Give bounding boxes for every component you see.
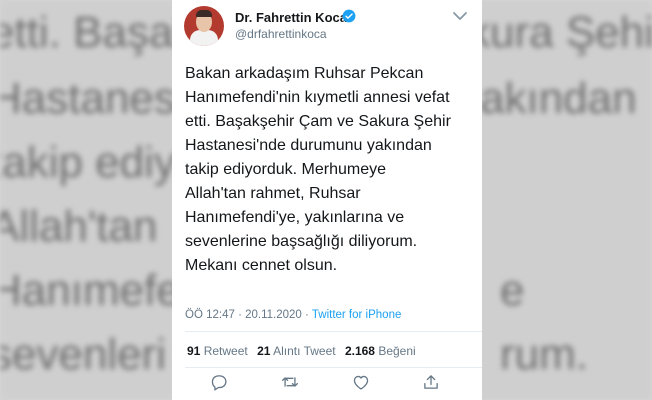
tweet-meta: ÖÖ 12:47 · 20.11.2020 · Twitter for iPho… — [185, 309, 401, 321]
meta-separator: · — [238, 309, 242, 321]
bg-text-line: Hastanesi — [0, 74, 186, 123]
tweet-text: Bakan arkadaşım Ruhsar Pekcan Hanımefend… — [185, 62, 477, 278]
avatar-coat — [190, 30, 218, 46]
like-label: Beğeni — [378, 344, 416, 358]
quote-stat[interactable]: 21 Alıntı Tweet — [257, 344, 336, 358]
bg-text-line: akından — [480, 74, 637, 123]
reply-icon[interactable] — [209, 373, 229, 391]
tweet-text-line: takip ediyorduk. Merhumeye — [185, 161, 386, 178]
tweet-text-line: Hastanesi'nde durumunu yakından — [185, 137, 432, 154]
verified-badge-icon — [342, 9, 356, 23]
tweet-text-line: Allah'tan rahmet, Ruhsar — [185, 185, 361, 202]
tweet-card: Dr. Fahrettin Koca @drfahrettinkoca Baka… — [172, 0, 482, 400]
retweet-stat[interactable]: 91 Retweet — [187, 344, 248, 358]
tweet-stats: 91 Retweet 21 Alıntı Tweet 2.168 Beğeni — [187, 344, 416, 358]
tweet-date[interactable]: 20.11.2020 — [245, 309, 302, 321]
bg-text-line: e — [500, 266, 525, 315]
bg-text-line: takip ediy — [0, 138, 176, 187]
tweet-text-line: Hanımefendi'ye, yakınlarına ve — [185, 209, 405, 226]
author-name[interactable]: Dr. Fahrettin Koca — [235, 10, 347, 25]
retweet-count: 91 — [187, 344, 201, 358]
divider — [185, 367, 482, 368]
bg-text-line: rum. — [500, 330, 588, 379]
chevron-down-icon[interactable] — [450, 8, 470, 24]
tweet-actions — [172, 370, 482, 396]
bg-text-line: etti. Başak — [0, 8, 196, 57]
tweet-text-line: Bakan arkadaşım Ruhsar Pekcan — [185, 65, 424, 82]
avatar-hair — [196, 10, 212, 17]
tweet-text-line: Mekanı cennet olsun. — [185, 257, 338, 274]
bg-text-line: Allah'tan — [0, 202, 158, 251]
tweet-text-line: Hanımefendi'nin kıymetli annesi vefat — [185, 89, 450, 106]
tweet-text-line: sevenlerine başsağlığı diliyorum. — [185, 233, 418, 250]
quote-label: Alıntı Tweet — [273, 344, 336, 358]
avatar[interactable] — [184, 6, 224, 46]
bg-text-line: sevenleri — [0, 330, 167, 379]
tweet-time[interactable]: ÖÖ 12:47 — [185, 309, 235, 321]
author-handle[interactable]: @drfahrettinkoca — [235, 27, 327, 41]
retweet-icon[interactable] — [280, 373, 300, 391]
retweet-label: Retweet — [203, 344, 248, 358]
bg-text-line: Hanımefe — [0, 266, 181, 315]
tweet-source-link[interactable]: Twitter for iPhone — [312, 309, 401, 321]
heart-icon[interactable] — [351, 373, 371, 391]
meta-separator: · — [305, 309, 309, 321]
quote-count: 21 — [257, 344, 271, 358]
bg-text-line: kura Şehir — [468, 8, 652, 57]
divider — [185, 331, 482, 332]
share-icon[interactable] — [421, 373, 441, 391]
tweet-text-line: etti. Başakşehir Çam ve Sakura Şehir — [185, 113, 451, 130]
like-count: 2.168 — [344, 344, 375, 358]
like-stat[interactable]: 2.168 Beğeni — [345, 344, 416, 358]
